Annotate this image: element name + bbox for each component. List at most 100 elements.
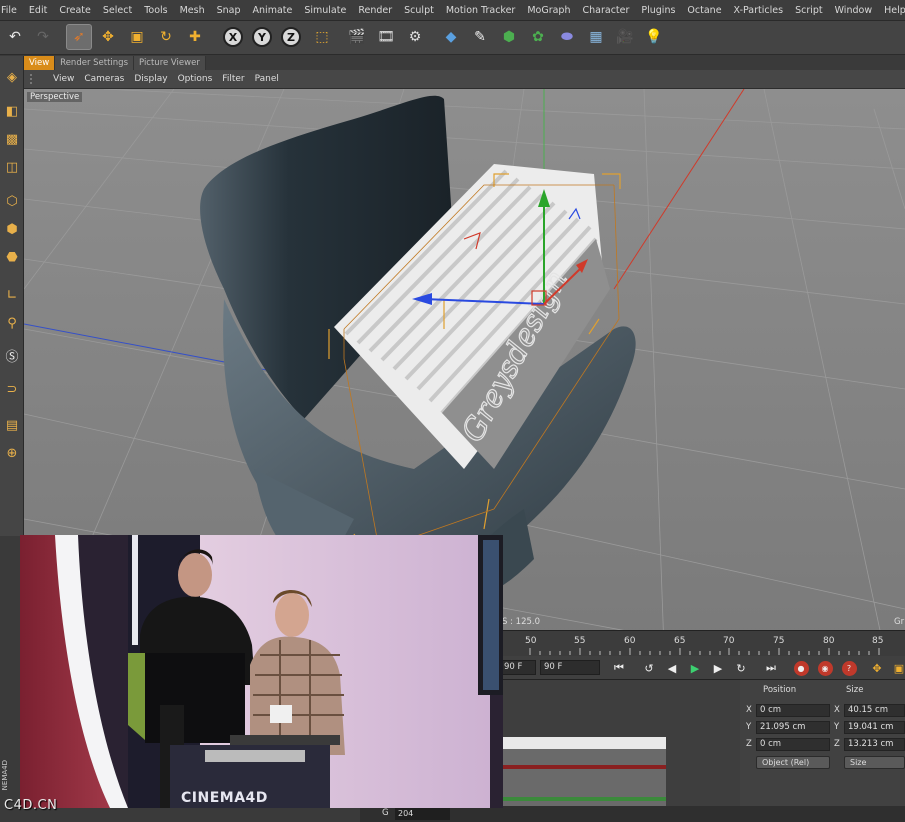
cloner-icon[interactable]: ✿	[525, 24, 551, 50]
size-z-field[interactable]: 13.213 cm	[844, 738, 905, 751]
coordinate-system-icon[interactable]: ⬚	[309, 24, 335, 50]
undo-icon[interactable]: ↶	[2, 24, 28, 50]
viewport-menu-display[interactable]: Display	[129, 74, 172, 84]
viewport-menu-filter[interactable]: Filter	[217, 74, 249, 84]
keyframe-selection-icon[interactable]: ?	[840, 659, 858, 677]
tab-render-settings[interactable]: Render Settings	[55, 56, 134, 70]
menu-mesh[interactable]: Mesh	[174, 5, 211, 16]
start-frame-field[interactable]: 90 F	[500, 660, 536, 675]
viewport-menu-cameras[interactable]: Cameras	[79, 74, 129, 84]
play-icon[interactable]: ▶	[686, 659, 704, 677]
green-channel-slider[interactable]	[503, 797, 666, 801]
redo-icon[interactable]: ↷	[30, 24, 56, 50]
move-icon[interactable]: ✥	[95, 24, 121, 50]
tab-picture-viewer[interactable]: Picture Viewer	[134, 56, 206, 70]
menu-create[interactable]: Create	[53, 5, 97, 16]
workplane-icon[interactable]: ◫	[1, 156, 23, 178]
pen-spline-icon[interactable]: ✎	[467, 24, 493, 50]
polygons-mode-icon[interactable]: ⬣	[1, 246, 23, 268]
scale-key-icon[interactable]: ▣	[890, 659, 905, 677]
viewport-menu-view[interactable]: View	[48, 74, 79, 84]
planar-workplane-icon[interactable]: ⊕	[1, 442, 23, 464]
size-header: Size	[846, 685, 864, 695]
x-axis-lock-button[interactable]: X	[220, 24, 246, 50]
y-axis-lock-button[interactable]: Y	[249, 24, 275, 50]
previous-key-icon[interactable]: ↺	[640, 659, 658, 677]
timeline-tick: 70	[723, 636, 735, 646]
position-header: Position	[763, 685, 797, 695]
g-label: G	[382, 808, 389, 818]
menu-motion-tracker[interactable]: Motion Tracker	[440, 5, 522, 16]
size-y-field[interactable]: 19.041 cm	[844, 721, 905, 734]
tweak-mode-icon[interactable]: ⚲	[1, 312, 23, 334]
axis-mode-icon[interactable]: ∟	[1, 284, 23, 306]
g-value-field[interactable]: 204	[395, 808, 450, 820]
floor-icon[interactable]: ▦	[583, 24, 609, 50]
position-z-field[interactable]: 0 cm	[756, 738, 830, 751]
grip-handle[interactable]	[30, 74, 42, 84]
recent-tool-icon[interactable]: ✚	[182, 24, 208, 50]
previous-frame-icon[interactable]: ◀	[663, 659, 681, 677]
menu-octane[interactable]: Octane	[681, 5, 727, 16]
subdivision-icon[interactable]: ⬢	[496, 24, 522, 50]
size-mode-select[interactable]: Size	[844, 756, 905, 769]
viewport-menu-panel[interactable]: Panel	[250, 74, 284, 84]
snap-icon[interactable]: Ⓢ	[1, 344, 23, 366]
menu-x-particles[interactable]: X-Particles	[728, 5, 790, 16]
menu-sculpt[interactable]: Sculpt	[398, 5, 440, 16]
menu-file[interactable]: File	[0, 5, 23, 16]
cube-icon[interactable]: ◆	[438, 24, 464, 50]
timeline-tick: 60	[624, 636, 636, 646]
z-axis-lock-button[interactable]: Z	[278, 24, 304, 50]
position-y-field[interactable]: 21.095 cm	[756, 721, 830, 734]
timeline-ruler[interactable]: 50 55 60 65 70 75 80 85	[500, 630, 905, 656]
menu-plugins[interactable]: Plugins	[635, 5, 681, 16]
position-x-field[interactable]: 0 cm	[756, 704, 830, 717]
model-mode-icon[interactable]: ◧	[1, 100, 23, 122]
menu-edit[interactable]: Edit	[23, 5, 53, 16]
menu-tools[interactable]: Tools	[138, 5, 173, 16]
menu-select[interactable]: Select	[97, 5, 138, 16]
position-key-icon[interactable]: ✥	[868, 659, 886, 677]
menu-mograph[interactable]: MoGraph	[521, 5, 576, 16]
camera-icon[interactable]: 🎥	[612, 24, 638, 50]
light-icon[interactable]: 💡	[641, 24, 667, 50]
left-toolbar: ◈ ◧ ▩ ◫ ⬡ ⬢ ⬣ ∟ ⚲ Ⓢ ⊃ ▤ ⊕	[0, 56, 24, 536]
magnet-icon[interactable]: ⊃	[1, 378, 23, 400]
render-picture-viewer-icon[interactable]: 🎞	[373, 24, 399, 50]
size-x-field[interactable]: 40.15 cm	[844, 704, 905, 717]
render-view-icon[interactable]: 🎬	[344, 24, 370, 50]
next-frame-icon[interactable]: ▶	[709, 659, 727, 677]
lock-workplane-icon[interactable]: ▤	[1, 414, 23, 436]
menu-animate[interactable]: Animate	[247, 5, 299, 16]
menu-simulate[interactable]: Simulate	[298, 5, 352, 16]
viewport-menu-options[interactable]: Options	[173, 74, 218, 84]
go-to-start-icon[interactable]: ⏮	[610, 659, 628, 677]
live-selection-icon[interactable]: ➶	[66, 24, 92, 50]
make-editable-icon[interactable]: ◈	[1, 66, 23, 88]
attribute-popup	[503, 737, 666, 807]
rotate-icon[interactable]: ↻	[153, 24, 179, 50]
deformer-icon[interactable]: ⬬	[554, 24, 580, 50]
menu-window[interactable]: Window	[829, 5, 878, 16]
viewport-camera-label: Perspective	[27, 92, 83, 102]
autokey-icon[interactable]: ◉	[816, 659, 834, 677]
menu-snap[interactable]: Snap	[211, 5, 247, 16]
scale-icon[interactable]: ▣	[124, 24, 150, 50]
render-settings-icon[interactable]: ⚙	[402, 24, 428, 50]
menu-render[interactable]: Render	[352, 5, 398, 16]
timeline-tick: 75	[773, 636, 785, 646]
menu-script[interactable]: Script	[789, 5, 829, 16]
end-frame-field[interactable]: 90 F	[540, 660, 600, 675]
texture-mode-icon[interactable]: ▩	[1, 128, 23, 150]
edges-mode-icon[interactable]: ⬢	[1, 218, 23, 240]
red-channel-slider[interactable]	[503, 765, 666, 769]
points-mode-icon[interactable]: ⬡	[1, 190, 23, 212]
coordinate-mode-select[interactable]: Object (Rel)	[756, 756, 830, 769]
menu-help[interactable]: Help	[878, 5, 905, 16]
menu-character[interactable]: Character	[576, 5, 635, 16]
tab-view[interactable]: View	[24, 56, 56, 70]
next-key-icon[interactable]: ↻	[732, 659, 750, 677]
record-active-icon[interactable]: ●	[792, 659, 810, 677]
go-to-end-icon[interactable]: ⏭	[762, 659, 780, 677]
